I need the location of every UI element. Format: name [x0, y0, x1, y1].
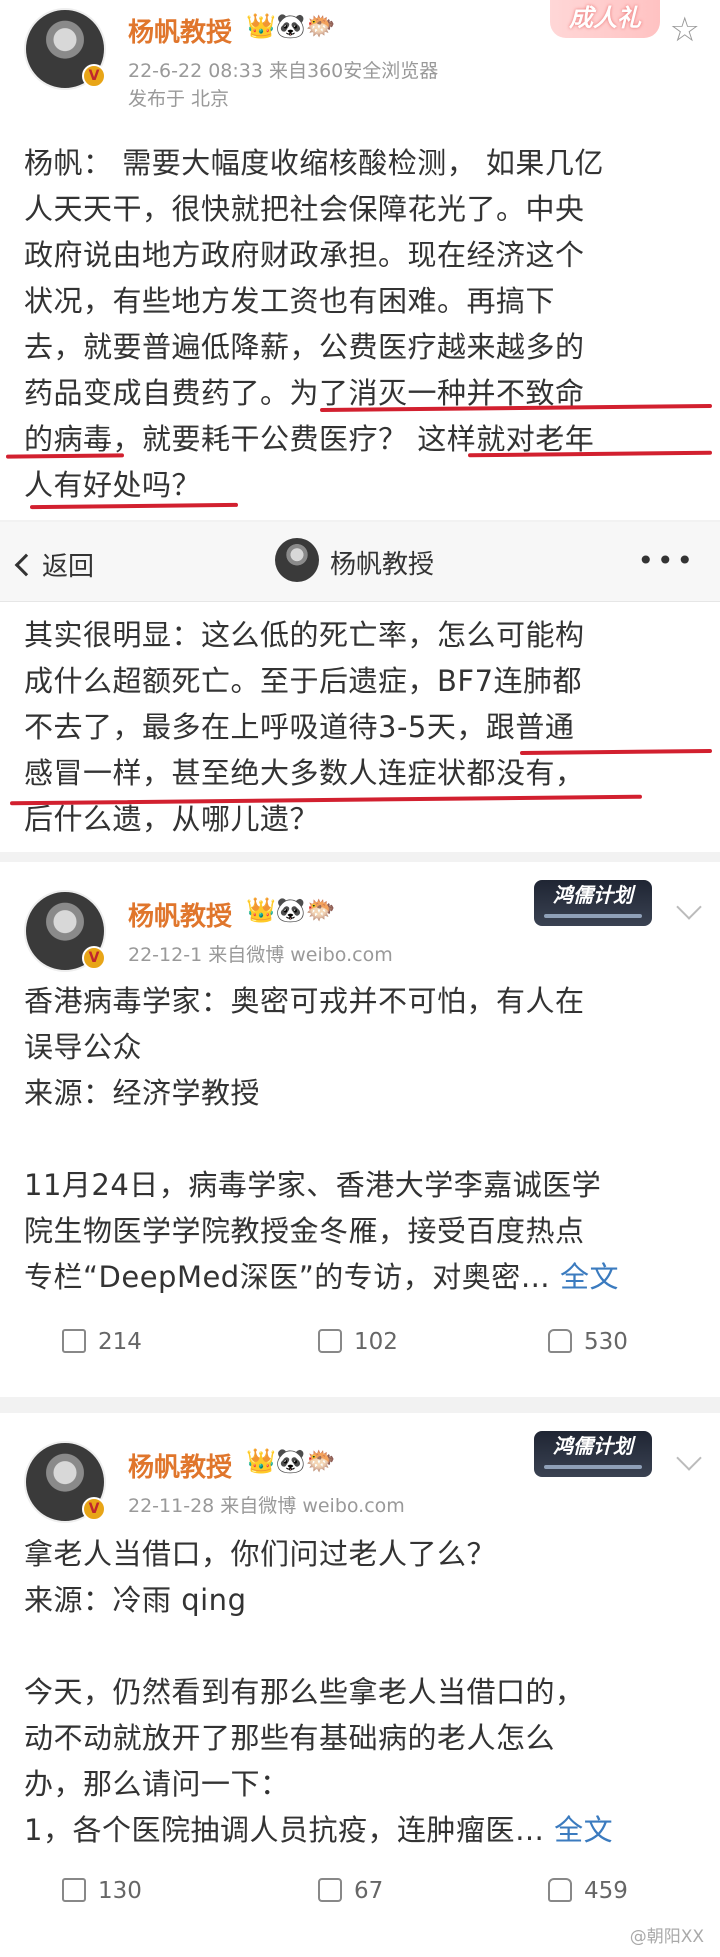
nav-avatar[interactable] — [275, 538, 319, 582]
text-line: 杨帆： 需要大幅度收缩核酸检测， 如果几亿 — [24, 146, 604, 180]
user-badges: 👑🐼🐡 — [246, 896, 336, 924]
avatar[interactable] — [24, 890, 106, 972]
comment-button[interactable]: 67 — [318, 1856, 558, 1926]
post-body: 香港病毒学家：奥密可戎并不可怕，有人在 误导公众 来源：经济学教授 11月24日… — [24, 978, 696, 1300]
watermark: @朝阳XX — [629, 1927, 704, 1947]
text-line: 拿老人当借口，你们问过老人了么？ — [24, 1537, 497, 1571]
user-badges: 👑🐼🐡 — [246, 1447, 336, 1475]
star-icon[interactable]: ☆ — [670, 10, 700, 50]
comment-button[interactable]: 102 — [318, 1307, 558, 1377]
full-text-link[interactable]: 全文 — [554, 1813, 613, 1847]
like-button[interactable]: 459 — [548, 1856, 720, 1926]
more-icon[interactable]: ••• — [637, 547, 696, 575]
text-line: 感冒一样，甚至绝大多数人连症状都没有， — [24, 756, 585, 790]
share-button[interactable]: 214 — [62, 1307, 302, 1377]
text-line-content: 1，各个医院抽调人员抗疫，连肿瘤医… — [24, 1813, 545, 1847]
back-label: 返回 — [42, 552, 95, 582]
text-line: 香港病毒学家：奥密可戎并不可怕，有人在 — [24, 984, 585, 1018]
text-line: 成什么超额死亡。至于后遗症，BF7连肺都 — [24, 664, 583, 698]
post-body: 其实很明显：这么低的死亡率，怎么可能构 成什么超额死亡。至于后遗症，BF7连肺都… — [24, 612, 696, 842]
comment-icon — [318, 1328, 342, 1353]
like-icon — [548, 1877, 572, 1902]
like-count: 459 — [584, 1878, 628, 1904]
text-line: 办，那么请问一下： — [24, 1767, 290, 1801]
action-bar: 130 67 459 — [0, 1856, 720, 1926]
post-card-2: 其实很明显：这么低的死亡率，怎么可能构 成什么超额死亡。至于后遗症，BF7连肺都… — [0, 602, 720, 852]
text-line: 11月24日，病毒学家、香港大学李嘉诚医学 — [24, 1168, 602, 1202]
text-line — [24, 1116, 696, 1162]
post-card-4: 杨帆教授 👑🐼🐡 22-11-28 来自微博 weibo.com 鸿儒计划 拿老… — [0, 1413, 720, 1957]
back-arrow-icon — [14, 553, 38, 577]
chevron-down-icon[interactable] — [676, 1445, 702, 1471]
text-line: 1，各个医院抽调人员抗疫，连肿瘤医… 全文 — [24, 1807, 696, 1853]
share-icon — [62, 1328, 86, 1353]
text-line: 去，就要普遍低降薪，公费医疗越来越多的 — [24, 330, 585, 364]
share-button[interactable]: 130 — [62, 1856, 302, 1926]
share-count: 214 — [98, 1329, 142, 1355]
post-meta: 22-6-22 08:33 来自360安全浏览器 — [128, 60, 439, 82]
post-meta: 22-12-1 来自微博 weibo.com — [128, 944, 393, 966]
chevron-down-icon[interactable] — [676, 894, 702, 920]
comment-count: 102 — [354, 1329, 398, 1355]
text-line: 其实很明显：这么低的死亡率，怎么可能构 — [24, 618, 585, 652]
verified-badge-icon — [82, 946, 106, 970]
text-line: 专栏“DeepMed深医”的专访，对奥密… 全文 — [24, 1254, 696, 1300]
post-meta: 22-11-28 来自微博 weibo.com — [128, 1495, 405, 1517]
username[interactable]: 杨帆教授 — [128, 12, 232, 49]
text-line: 今天，仍然看到有那么些拿老人当借口的， — [24, 1675, 585, 1709]
post-body: 拿老人当借口，你们问过老人了么？ 来源：冷雨 qing 今天，仍然看到有那么些拿… — [24, 1531, 696, 1853]
like-count: 530 — [584, 1329, 628, 1355]
text-line: 状况，有些地方发工资也有困难。再搞下 — [24, 284, 556, 318]
comment-count: 67 — [354, 1878, 384, 1904]
text-line: 误导公众 — [24, 1030, 143, 1064]
program-tag: 鸿儒计划 — [534, 1431, 652, 1477]
text-line — [24, 1623, 696, 1669]
username[interactable]: 杨帆教授 — [128, 896, 232, 933]
avatar[interactable] — [24, 8, 106, 90]
username[interactable]: 杨帆教授 — [128, 1447, 232, 1484]
text-line: 人有好处吗？ — [24, 468, 202, 502]
program-tag: 鸿儒计划 — [534, 880, 652, 926]
post-card-3: 杨帆教授 👑🐼🐡 22-12-1 来自微博 weibo.com 鸿儒计划 香港病… — [0, 862, 720, 1397]
action-bar: 214 102 530 — [0, 1307, 720, 1377]
text-line: 人天天干，很快就把社会保障花光了。中央 — [24, 192, 585, 226]
full-text-link[interactable]: 全文 — [560, 1260, 619, 1294]
share-count: 130 — [98, 1878, 142, 1904]
text-line: 来源：经济学教授 — [24, 1076, 261, 1110]
share-icon — [62, 1877, 86, 1902]
nav-bar: 返回 杨帆教授 ••• — [0, 522, 720, 602]
text-line: 政府说由地方政府财政承担。现在经济这个 — [24, 238, 585, 272]
like-icon — [548, 1328, 572, 1353]
post-location: 发布于 北京 — [128, 88, 230, 110]
comment-icon — [318, 1877, 342, 1902]
like-button[interactable]: 530 — [548, 1307, 720, 1377]
text-line: 来源：冷雨 qing — [24, 1583, 247, 1617]
verified-badge-icon — [82, 64, 106, 88]
nav-title: 杨帆教授 — [330, 550, 435, 580]
verified-badge-icon — [82, 1497, 106, 1521]
back-button[interactable]: 返回 — [14, 546, 95, 583]
ribbon-badge: 成人礼 — [550, 0, 660, 38]
text-line-content: 专栏“DeepMed深医”的专访，对奥密… — [24, 1260, 551, 1294]
user-badges: 👑🐼🐡 — [246, 12, 336, 40]
red-underline — [29, 502, 239, 510]
text-line: 动不动就放开了那些有基础病的老人怎么 — [24, 1721, 556, 1755]
post-card-1: 成人礼 ☆ 杨帆教授 👑🐼🐡 22-6-22 08:33 来自360安全浏览器 … — [0, 0, 720, 520]
text-line: 院生物医学学院教授金冬雁，接受百度热点 — [24, 1214, 585, 1248]
text-line: 不去了，最多在上呼吸道待3-5天，跟普通 — [24, 710, 575, 744]
avatar[interactable] — [24, 1441, 106, 1523]
